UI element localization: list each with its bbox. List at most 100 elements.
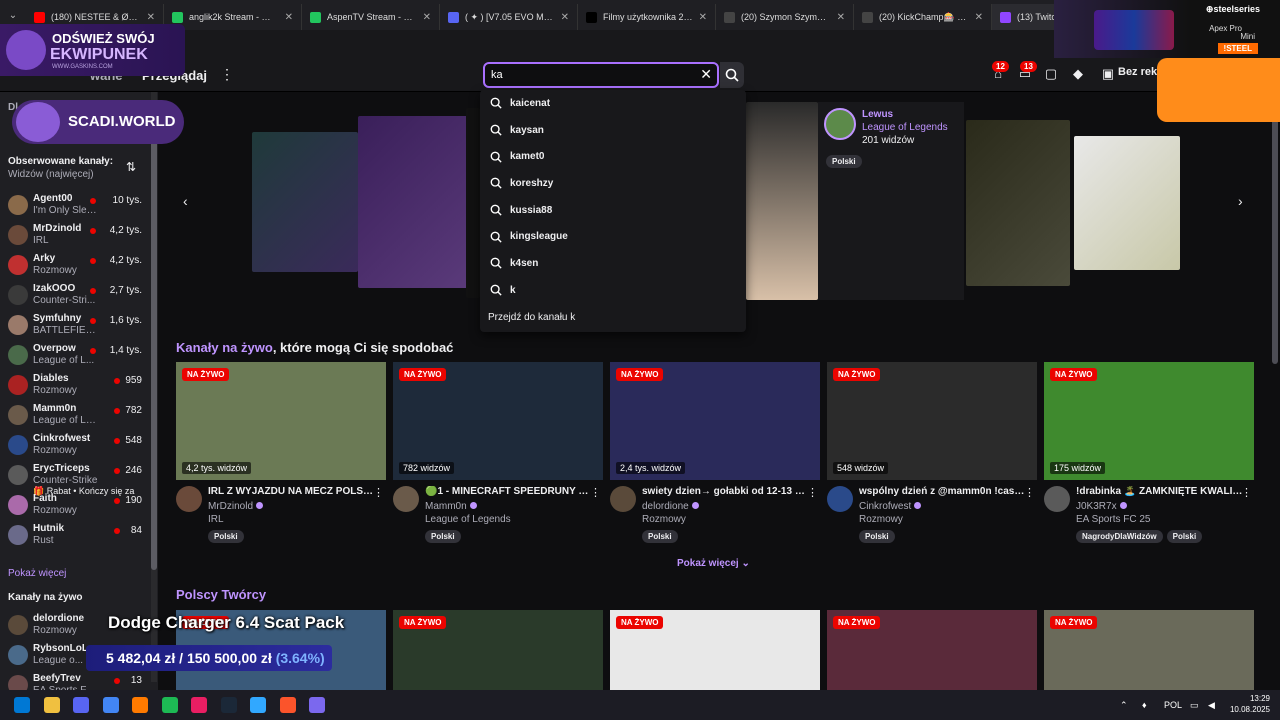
sidebar-channel[interactable]: Overpow League of L... 1,4 tys. <box>0 340 158 370</box>
carousel-thumb[interactable] <box>1074 136 1180 270</box>
stream-card[interactable]: NA ŻYWO <box>610 610 820 690</box>
streamer-avatar[interactable] <box>176 486 202 512</box>
search-suggestion[interactable]: kaysan <box>480 117 746 144</box>
featured-category[interactable]: League of Legends <box>862 122 948 133</box>
stream-card[interactable]: NA ŻYWO 548 widzów wspólny dzień z @mamm0n… <box>827 362 1037 543</box>
browser-tab[interactable]: AspenTV Stream - Watch ✕ <box>302 4 440 30</box>
featured-channel-name[interactable]: Lewus <box>862 109 893 120</box>
search-suggestion[interactable]: kaicenat <box>480 90 746 117</box>
tab-close-icon[interactable]: ✕ <box>561 12 569 23</box>
carousel-thumb[interactable] <box>966 120 1070 286</box>
file-explorer-icon[interactable] <box>43 697 60 713</box>
card-options-icon[interactable]: ⋮ <box>1241 486 1252 499</box>
sidebar-channel[interactable]: Hutnik Rust 84 <box>0 520 158 550</box>
tray-chevron-icon[interactable]: ⌃ <box>1120 700 1128 711</box>
stream-thumbnail[interactable]: NA ŻYWO 4,2 tys. widzów <box>176 362 386 480</box>
stream-thumbnail[interactable]: NA ŻYWO 548 widzów <box>827 362 1037 480</box>
sidebar-channel[interactable]: Diables Rozmowy 959 <box>0 370 158 400</box>
sidebar-channel[interactable]: BeefyTrevEA Sports FC 2513 <box>0 670 158 690</box>
tab-close-icon[interactable]: ✕ <box>837 12 845 23</box>
featured-avatar[interactable] <box>824 108 856 140</box>
browser-tab[interactable]: ( ✦ ) [V7.05 EVO MEGAKI ✕ <box>440 4 578 30</box>
card-options-icon[interactable]: ⋮ <box>807 486 818 499</box>
stream-title[interactable]: 🟢1 - MINECRAFT SPEEDRUNY C... <box>425 486 593 497</box>
carousel-next-icon[interactable]: › <box>1238 193 1243 209</box>
clear-search-icon[interactable]: ✕ <box>700 66 712 83</box>
more-options-icon[interactable]: ⋮ <box>220 66 234 83</box>
discord-icon[interactable] <box>73 697 89 713</box>
instagram-icon[interactable] <box>191 697 207 713</box>
stream-tag[interactable]: Polski <box>425 530 461 543</box>
whispers-icon[interactable]: ▢ <box>1043 66 1059 82</box>
streamer-avatar[interactable] <box>1044 486 1070 512</box>
stream-card[interactable]: NA ŻYWO <box>1044 610 1254 690</box>
carousel-thumb[interactable] <box>252 132 358 272</box>
stream-thumbnail[interactable]: NA ŻYWO 175 widzów <box>1044 362 1254 480</box>
lightroom-icon[interactable] <box>250 697 266 713</box>
sort-icon[interactable]: ⇅ <box>126 160 136 174</box>
search-suggestion[interactable]: kingsleague <box>480 223 746 250</box>
spotify-icon[interactable] <box>161 697 178 713</box>
recommended-section-link[interactable]: Kanały na żywo <box>176 340 273 355</box>
main-scrollbar[interactable] <box>1272 92 1278 364</box>
stream-tag[interactable]: Polski <box>859 530 895 543</box>
sidebar-channel[interactable]: Arky Rozmowy 4,2 tys. <box>0 250 158 280</box>
carousel-prev-icon[interactable]: ‹ <box>183 193 188 209</box>
stream-category[interactable]: Rozmowy <box>859 514 903 525</box>
windows-start-icon[interactable] <box>14 697 30 713</box>
streamer-avatar[interactable] <box>610 486 636 512</box>
carousel-featured-stream[interactable] <box>746 102 818 300</box>
sidebar-channel[interactable]: Symfuhny BATTLEFIEL... 1,6 tys. <box>0 310 158 340</box>
tab-close-icon[interactable]: ✕ <box>147 12 155 23</box>
polish-creators-title[interactable]: Polscy Twórcy <box>176 587 266 602</box>
stream-card[interactable]: NA ŻYWO 4,2 tys. widzów IRL Z WYJAZDU NA M… <box>176 362 386 543</box>
sidebar-channel[interactable]: Mamm0nLeague of Lege... 782 <box>0 400 158 430</box>
featured-tag-pill[interactable]: Polski <box>826 155 862 168</box>
card-options-icon[interactable]: ⋮ <box>373 486 384 499</box>
stream-title[interactable]: !drabinka 🏝️ ZAMKNIĘTE KWALIFI... <box>1076 486 1244 497</box>
goto-channel-link[interactable]: Przejdź do kanału k <box>480 304 746 331</box>
stream-tag[interactable]: NagrodyDlaWidzów <box>1076 530 1163 543</box>
stream-category[interactable]: IRL <box>208 514 224 525</box>
show-more-button[interactable]: Pokaż więcej ⌄ <box>677 558 750 569</box>
stream-tag[interactable]: Polski <box>642 530 678 543</box>
language-indicator[interactable]: POL <box>1164 700 1182 710</box>
card-options-icon[interactable]: ⋮ <box>1024 486 1035 499</box>
app-icon[interactable] <box>309 697 325 713</box>
carousel-thumb[interactable] <box>466 108 480 298</box>
app-icon[interactable] <box>132 697 148 713</box>
tab-close-icon[interactable]: ✕ <box>699 12 707 23</box>
chrome-icon[interactable] <box>102 697 119 713</box>
tab-close-icon[interactable]: ✕ <box>285 12 293 23</box>
stream-title[interactable]: swiety dzien→ gołabki od 12-13 →... <box>642 486 810 497</box>
volume-icon[interactable]: ◀ <box>1208 700 1215 711</box>
browser-tab[interactable]: (20) KickChamp🎰 on X: ✕ <box>854 4 992 30</box>
brave-icon[interactable] <box>279 697 296 713</box>
stream-card[interactable]: NA ŻYWO <box>827 610 1037 690</box>
browser-tab[interactable]: (20) Szymon Szymański n ✕ <box>716 4 854 30</box>
clock[interactable]: 13:29 10.08.2025 <box>1228 693 1270 715</box>
stream-tag[interactable]: Polski <box>208 530 244 543</box>
browser-tab[interactable]: Filmy użytkownika 2fast (✕ <box>578 4 716 30</box>
stream-title[interactable]: IRL Z WYJAZDU NA MECZ POLSK... <box>208 486 376 497</box>
card-options-icon[interactable]: ⋮ <box>590 486 601 499</box>
stream-channel[interactable]: Cinkrofwest <box>859 501 922 512</box>
stream-category[interactable]: EA Sports FC 25 <box>1076 514 1150 525</box>
search-suggestion[interactable]: kamet0 <box>480 143 746 170</box>
steam-icon[interactable] <box>220 697 237 713</box>
bits-icon[interactable]: ◆ <box>1070 66 1086 82</box>
sidebar-channel[interactable]: Cinkrofwest Rozmowy 548 <box>0 430 158 460</box>
sidebar-scroll-thumb[interactable] <box>151 100 157 570</box>
sidebar-channel[interactable]: MrDzinold IRL 4,2 tys. <box>0 220 158 250</box>
stream-card[interactable]: NA ŻYWO 175 widzów !drabinka 🏝️ ZAMKNIĘTE … <box>1044 362 1254 543</box>
browser-tab[interactable]: anglik2k Stream - Watch l ✕ <box>164 4 302 30</box>
stream-card[interactable]: NA ŻYWO <box>393 610 603 690</box>
stream-card[interactable]: NA ŻYWO 2,4 tys. widzów swiety dzien→ goła… <box>610 362 820 543</box>
stream-thumbnail[interactable]: NA ŻYWO 782 widzów <box>393 362 603 480</box>
stream-channel[interactable]: MrDzinold <box>208 501 264 512</box>
carousel-thumb[interactable] <box>358 116 468 288</box>
stream-channel[interactable]: Mamm0n <box>425 501 477 512</box>
microphone-icon[interactable]: ♦ <box>1142 700 1147 710</box>
sidebar-channel[interactable]: IzakOOO Counter-Stri... 2,7 tys. <box>0 280 158 310</box>
stream-card[interactable]: NA ŻYWO 782 widzów 🟢1 - MINECRAFT SPEEDRUN… <box>393 362 603 543</box>
